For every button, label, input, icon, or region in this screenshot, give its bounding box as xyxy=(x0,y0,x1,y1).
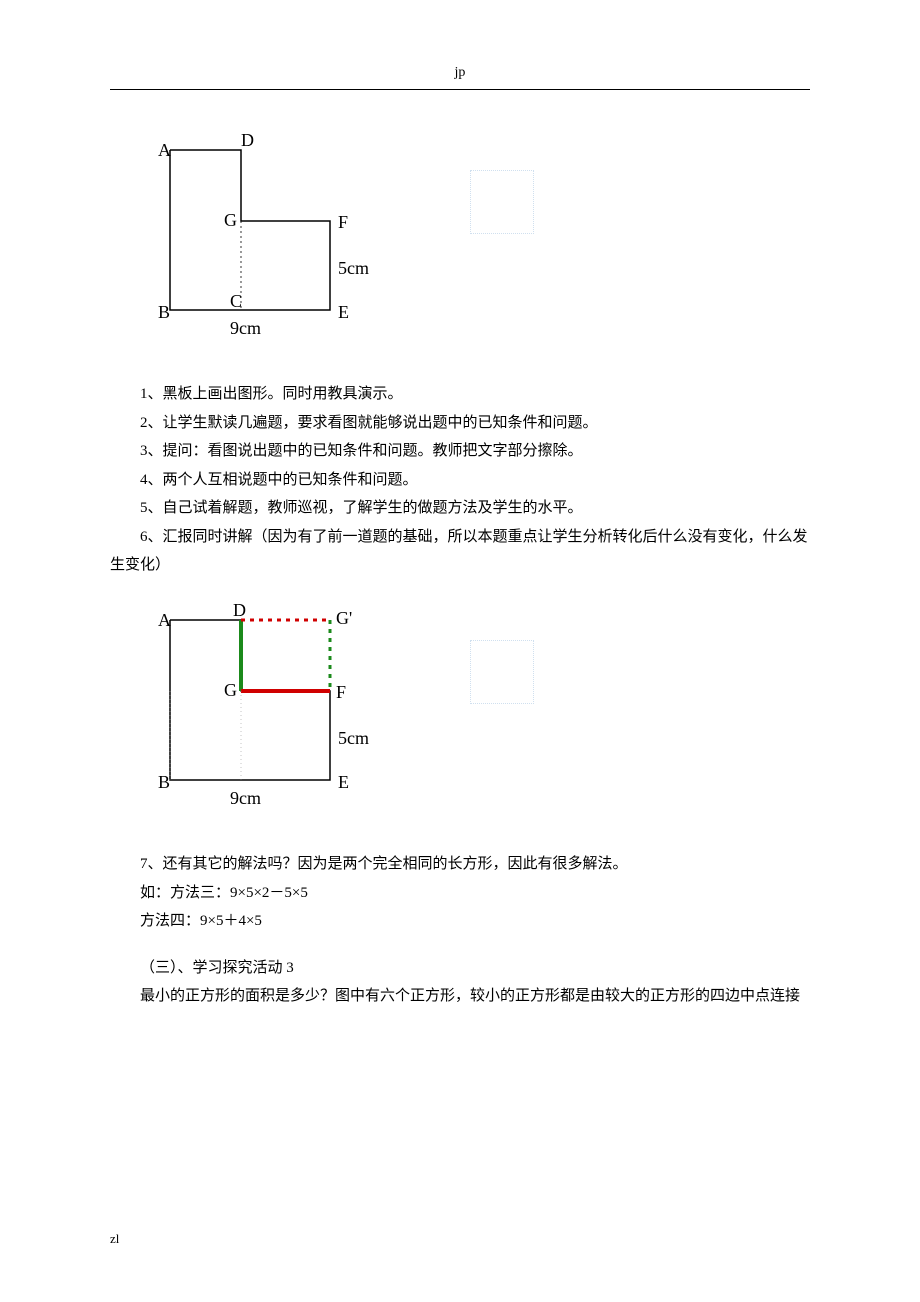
para-2: 2、让学生默读几遍题，要求看图就能够说出题中的已知条件和问题。 xyxy=(110,409,810,438)
para-11: 最小的正方形的面积是多少？图中有六个正方形，较小的正方形都是由较大的正方形的四边… xyxy=(110,982,810,1011)
page-footer: zl xyxy=(110,1227,119,1252)
label2-B: B xyxy=(158,772,170,792)
label-D: D xyxy=(241,130,254,150)
label-E: E xyxy=(338,302,349,322)
label2-G: G xyxy=(224,680,237,700)
para-9: 方法四：9×5＋4×5 xyxy=(110,907,810,936)
para-5: 5、自己试着解题，教师巡视，了解学生的做题方法及学生的水平。 xyxy=(110,494,810,523)
para-8: 如：方法三：9×5×2－5×5 xyxy=(110,879,810,908)
label-B: B xyxy=(158,302,170,322)
para-7: 7、还有其它的解法吗？因为是两个完全相同的长方形，因此有很多解法。 xyxy=(110,850,810,879)
label2-Gp: G' xyxy=(336,608,352,628)
para-1: 1、黑板上画出图形。同时用教具演示。 xyxy=(110,380,810,409)
label2-E: E xyxy=(338,772,349,792)
faint-guide-box-2 xyxy=(470,640,534,704)
label-C: C xyxy=(230,291,242,311)
diagram-1: A D G F B C E 5cm 9cm xyxy=(140,130,810,351)
label2-F: F xyxy=(336,682,346,702)
label2-A: A xyxy=(158,610,171,630)
para-6b: 生变化） xyxy=(110,551,810,580)
para-3: 3、提问：看图说出题中的已知条件和问题。教师把文字部分擦除。 xyxy=(110,437,810,466)
diagram-2: A D G' G F B E 5cm 9cm xyxy=(140,600,810,821)
para-4: 4、两个人互相说题中的已知条件和问题。 xyxy=(110,466,810,495)
text-block-1: 1、黑板上画出图形。同时用教具演示。 2、让学生默读几遍题，要求看图就能够说出题… xyxy=(110,380,810,580)
label-F: F xyxy=(338,212,348,232)
label-9cm-2: 9cm xyxy=(230,788,261,808)
text-block-3: （三）、学习探究活动 3 最小的正方形的面积是多少？图中有六个正方形，较小的正方… xyxy=(110,954,810,1011)
label-A: A xyxy=(158,140,171,160)
label-G: G xyxy=(224,210,237,230)
label-5cm-2: 5cm xyxy=(338,728,369,748)
label-5cm-1: 5cm xyxy=(338,258,369,278)
para-10: （三）、学习探究活动 3 xyxy=(110,954,810,983)
text-block-2: 7、还有其它的解法吗？因为是两个完全相同的长方形，因此有很多解法。 如：方法三：… xyxy=(110,850,810,936)
label2-D: D xyxy=(233,600,246,620)
page-header: jp xyxy=(110,60,810,90)
footer-label: zl xyxy=(110,1231,119,1246)
para-6a: 6、汇报同时讲解（因为有了前一道题的基础，所以本题重点让学生分析转化后什么没有变… xyxy=(110,523,810,552)
faint-guide-box-1 xyxy=(470,170,534,234)
label-9cm-1: 9cm xyxy=(230,318,261,338)
header-title: jp xyxy=(455,65,466,80)
